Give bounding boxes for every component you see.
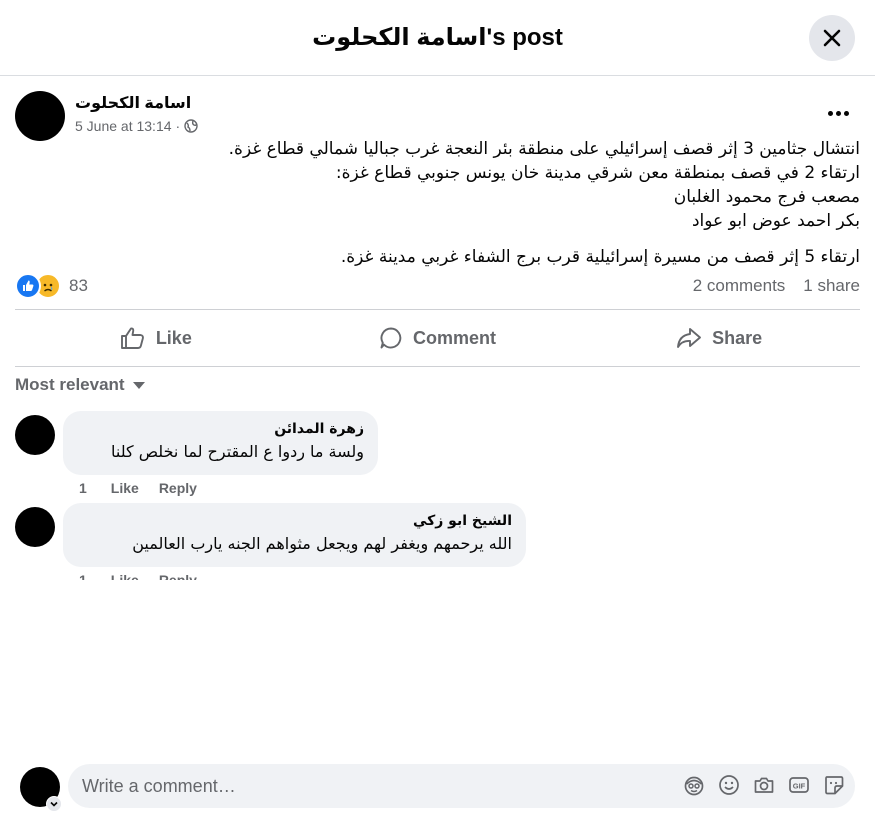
post-line: مصعب فرج محمود الغلبان (673, 187, 860, 207)
comment-text: ولسة ما ردوا ع المقترح لما نخلص كلنا (110, 442, 364, 461)
post-dialog-header: اسامة الكحلوت's post (0, 0, 875, 76)
post-timestamp[interactable]: 5 June at 13:14 (75, 118, 172, 134)
caret-down-icon (132, 381, 145, 389)
comment-bubble-icon (380, 327, 402, 349)
sticker-icon[interactable] (823, 774, 845, 796)
meta-separator: · (175, 118, 181, 134)
like-reaction-icon (15, 273, 41, 299)
comment-like-button[interactable]: Like (111, 480, 139, 496)
gif-icon[interactable]: GIF (788, 774, 810, 796)
comment-input[interactable] (82, 775, 642, 797)
comments-count[interactable]: 2 comments (693, 276, 786, 296)
chevron-down-icon[interactable] (46, 796, 62, 812)
shares-count[interactable]: 1 share (803, 276, 860, 296)
comment: الشيخ ابو زكي الله يرحمهم ويغفر لهم ويجع… (15, 503, 860, 580)
comment-composer: GIF (20, 764, 855, 812)
composer-icons: GIF (683, 774, 845, 796)
comment-bubble: الشيخ ابو زكي الله يرحمهم ويغفر لهم ويجع… (63, 503, 526, 567)
post-line: ارتقاء 5 إثر قصف من مسيرة إسرائيلية قرب … (340, 247, 860, 267)
comment-time[interactable]: 1 (79, 480, 87, 496)
comment-like-button[interactable]: Like (111, 572, 139, 580)
comment-time[interactable]: 1 (79, 572, 87, 580)
share-button[interactable]: Share (578, 310, 860, 366)
comment-reply-button[interactable]: Reply (159, 572, 197, 580)
close-icon (823, 29, 841, 47)
post-stats: 2 comments 1 share (693, 276, 860, 296)
post-line: انتشال جثامين 3 إثر قصف إسرائيلي على منط… (228, 139, 860, 159)
comment-bubble: زهرة المدائن ولسة ما ردوا ع المقترح لما … (63, 411, 378, 475)
comment-actions: 1 Like Reply (79, 480, 197, 496)
commenter-avatar[interactable] (15, 415, 55, 455)
comment-label: Comment (413, 327, 497, 348)
svg-text:GIF: GIF (793, 782, 806, 791)
comment: زهرة المدائن ولسة ما ردوا ع المقترح لما … (15, 411, 860, 501)
more-options-button[interactable] (826, 103, 850, 123)
sort-label: Most relevant (15, 375, 125, 394)
like-button[interactable]: Like (15, 310, 297, 366)
share-arrow-icon (677, 328, 702, 348)
avatar-sticker-icon[interactable] (683, 774, 705, 796)
post-line: بكر احمد عوض ابو عواد (691, 211, 860, 231)
comment-button[interactable]: Comment (297, 310, 579, 366)
post-meta: 5 June at 13:14 · (75, 118, 198, 134)
globe-icon[interactable] (184, 119, 198, 133)
comment-input-box: GIF (68, 764, 855, 808)
commenter-avatar[interactable] (15, 507, 55, 547)
comment-text: الله يرحمهم ويغفر لهم ويجعل مثواهم الجنه… (132, 534, 512, 553)
comment-sort-dropdown[interactable]: Most relevant (15, 375, 145, 395)
share-label: Share (712, 327, 763, 348)
thumbs-up-icon (120, 327, 144, 349)
like-label: Like (155, 327, 192, 348)
post-action-bar: Like Comment Share (15, 309, 860, 367)
commenter-name[interactable]: الشيخ ابو زكي (77, 512, 512, 530)
comment-reply-button[interactable]: Reply (159, 480, 197, 496)
comment-actions: 1 Like Reply (79, 572, 197, 580)
emoji-icon[interactable] (718, 774, 740, 796)
reaction-summary[interactable]: 83 (15, 273, 88, 299)
dialog-title: اسامة الكحلوت's post (312, 24, 563, 51)
close-button[interactable] (809, 15, 855, 61)
commenter-name[interactable]: زهرة المدائن (77, 420, 364, 438)
reaction-count[interactable]: 83 (69, 276, 88, 296)
camera-icon[interactable] (753, 774, 775, 796)
post-text: انتشال جثامين 3 إثر قصف إسرائيلي على منط… (15, 137, 860, 269)
author-avatar[interactable] (15, 91, 65, 141)
post-line: ارتقاء 2 في قصف بمنطقة معن شرقي مدينة خا… (335, 163, 860, 183)
post-author-name[interactable]: اسامة الكحلوت (75, 93, 191, 113)
